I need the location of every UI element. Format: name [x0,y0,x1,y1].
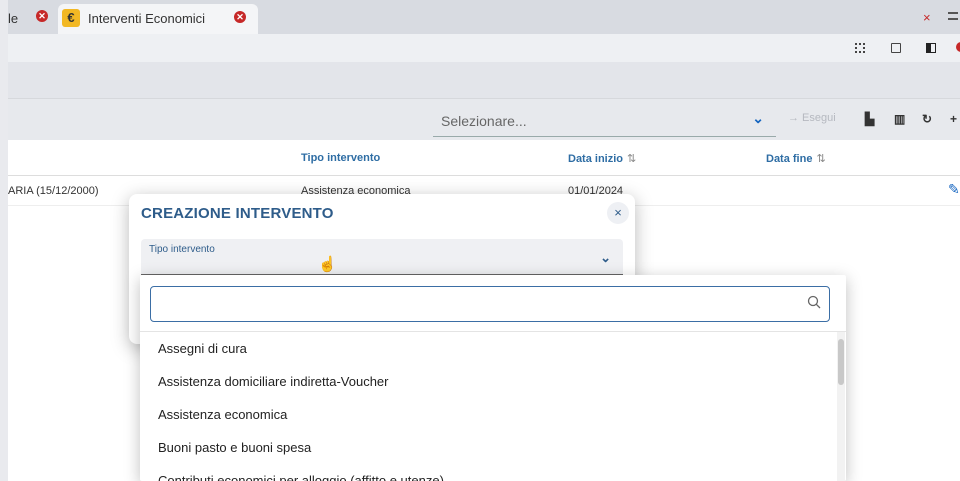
dropdown-panel: Assegni di cura Assistenza domiciliare i… [140,275,846,481]
columns-icon[interactable]: ▥ [894,112,905,126]
cell-name: ARIA (15/12/2000) [8,185,99,197]
option-item[interactable]: Contributi economici per alloggio (affit… [158,473,444,481]
dialog-title: CREAZIONE INTERVENTO [141,205,334,222]
tab-interventi-economici[interactable]: € Interventi Economici ✕ [58,4,258,34]
tab-bar: le ✕ € Interventi Economici ✕ × [8,0,960,34]
split-view-icon[interactable] [926,43,936,53]
field-label: Tipo intervento [149,244,215,255]
search-input[interactable] [159,294,799,314]
table-header: Tipo intervento Data inizio ⇅ Data fine ⇅ [8,140,960,176]
column-header-data-fine[interactable]: Data fine ⇅ [766,152,826,165]
option-item[interactable]: Assistenza economica [158,407,287,422]
query-select-placeholder: Selezionare... [441,113,527,129]
dropdown-search [150,286,830,322]
search-icon [807,295,821,309]
column-header-label: Data inizio [568,153,624,165]
refresh-icon[interactable]: ↻ [922,112,932,126]
window-icon[interactable] [891,43,901,53]
column-header-data-inizio[interactable]: Data inizio ⇅ [568,152,636,165]
app-window: le ✕ € Interventi Economici ✕ × Selezion… [8,0,960,481]
status-dot-icon[interactable] [956,42,960,52]
option-item[interactable]: Buoni pasto e buoni spesa [158,440,311,455]
menu-grid-icon[interactable] [948,12,958,20]
option-item[interactable]: Assistenza domiciliare indiretta-Voucher [158,374,389,389]
tab-close-icon[interactable]: ✕ [234,11,246,23]
window-close-icon[interactable]: × [923,10,931,25]
chevron-down-icon: ⌄ [600,250,611,265]
view-toolbar [8,34,960,62]
pointer-cursor-icon: ☝ [318,256,337,273]
tipo-intervento-select[interactable]: Tipo intervento ☝ ⌄ [141,239,623,275]
column-header-tipo-intervento[interactable]: Tipo intervento [301,152,380,164]
sort-icon[interactable]: ⇅ [627,153,636,165]
close-icon[interactable]: × [607,202,629,224]
add-icon[interactable]: + [950,112,957,126]
tab-previous-label[interactable]: le [8,11,18,26]
tab-previous-close-icon[interactable]: ✕ [36,10,48,22]
export-icon[interactable]: ▙ [865,112,874,126]
filter-bar: Selezionare... ⌄ → Esegui ▙ ▥ ↻ + [8,98,960,140]
expand-icon[interactable] [855,43,865,53]
divider [140,331,846,332]
euro-icon: € [62,9,80,27]
query-select[interactable]: Selezionare... ⌄ [433,103,776,137]
edit-icon[interactable]: ✎ [948,181,960,197]
execute-button[interactable]: → Esegui [788,112,836,124]
option-item[interactable]: Assegni di cura [158,341,247,356]
scrollbar-thumb[interactable] [838,339,844,385]
tab-label: Interventi Economici [88,11,206,26]
chevron-down-icon: ⌄ [752,110,764,126]
sort-icon[interactable]: ⇅ [816,153,825,165]
header-strip [8,62,960,98]
column-header-label: Data fine [766,153,813,165]
